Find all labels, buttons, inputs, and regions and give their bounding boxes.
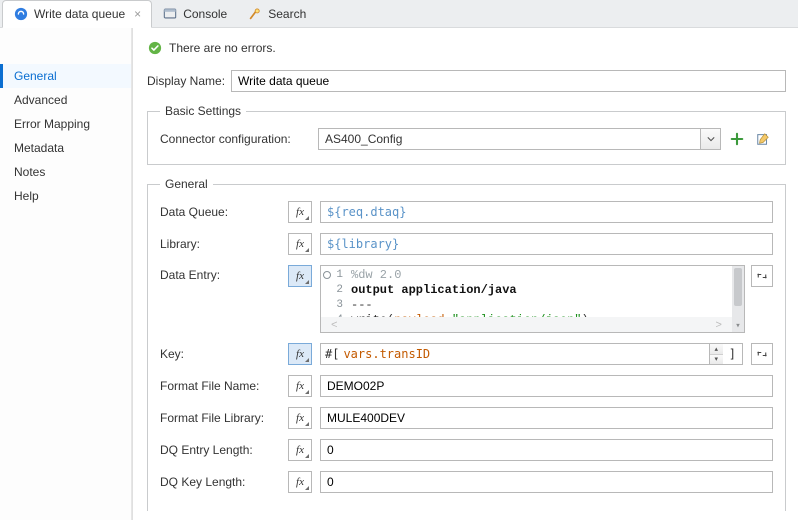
data-queue-label: Data Queue: bbox=[160, 205, 280, 219]
key-label: Key: bbox=[160, 347, 280, 361]
data-entry-editor[interactable]: 1%dw 2.0 2output application/java 3--- 4… bbox=[320, 265, 745, 333]
sidebar-item-notes[interactable]: Notes bbox=[0, 160, 131, 184]
display-name-label: Display Name: bbox=[147, 74, 225, 88]
status-row: There are no errors. bbox=[147, 36, 786, 66]
spin-up[interactable]: ▴ bbox=[710, 344, 723, 355]
format-file-library-label: Format File Library: bbox=[160, 411, 280, 425]
data-queue-input[interactable] bbox=[320, 201, 773, 223]
format-file-name-input[interactable] bbox=[320, 375, 773, 397]
tab-write-data-queue[interactable]: Write data queue × bbox=[2, 0, 152, 28]
sidebar-item-general[interactable]: General bbox=[0, 64, 131, 88]
close-icon[interactable]: × bbox=[134, 7, 141, 21]
key-input-wrap: #[ ▴▾ ] bbox=[320, 343, 743, 365]
general-legend: General bbox=[160, 177, 213, 191]
fx-button[interactable]: fx bbox=[288, 233, 312, 255]
dq-entry-length-input[interactable] bbox=[320, 439, 773, 461]
expression-suffix: ] bbox=[723, 347, 742, 361]
fx-button[interactable]: fx bbox=[288, 375, 312, 397]
chevron-down-icon bbox=[700, 129, 720, 149]
console-icon bbox=[162, 6, 178, 22]
sidebar-item-error-mapping[interactable]: Error Mapping bbox=[0, 112, 131, 136]
search-icon bbox=[247, 6, 263, 22]
mule-flow-icon bbox=[13, 6, 29, 22]
spinner[interactable]: ▴▾ bbox=[709, 344, 723, 364]
connector-config-value: AS400_Config bbox=[325, 132, 402, 146]
tab-console[interactable]: Console bbox=[152, 0, 237, 28]
tab-label: Search bbox=[268, 7, 306, 21]
basic-settings-legend: Basic Settings bbox=[160, 104, 246, 118]
fx-button[interactable]: fx bbox=[288, 265, 312, 287]
add-config-button[interactable] bbox=[727, 129, 747, 149]
format-file-name-label: Format File Name: bbox=[160, 379, 280, 393]
dq-key-length-label: DQ Key Length: bbox=[160, 475, 280, 489]
status-message: There are no errors. bbox=[169, 41, 276, 55]
dq-key-length-input[interactable] bbox=[320, 471, 773, 493]
success-icon bbox=[147, 40, 163, 56]
tab-label: Write data queue bbox=[34, 7, 125, 21]
edit-config-button[interactable] bbox=[753, 129, 773, 149]
scrollbar-vertical[interactable]: ▾ bbox=[732, 266, 744, 332]
expand-editor-button[interactable] bbox=[751, 265, 773, 287]
expand-editor-button[interactable] bbox=[751, 343, 773, 365]
sidebar-item-help[interactable]: Help bbox=[0, 184, 131, 208]
general-group: General Data Queue: fx Library: fx Data … bbox=[147, 177, 786, 511]
connector-config-select[interactable]: AS400_Config bbox=[318, 128, 721, 150]
display-name-input[interactable] bbox=[231, 70, 786, 92]
fx-button[interactable]: fx bbox=[288, 407, 312, 429]
tab-search[interactable]: Search bbox=[237, 0, 316, 28]
spin-down[interactable]: ▾ bbox=[710, 355, 723, 365]
fx-button[interactable]: fx bbox=[288, 439, 312, 461]
sidebar-item-advanced[interactable]: Advanced bbox=[0, 88, 131, 112]
sidebar-item-metadata[interactable]: Metadata bbox=[0, 136, 131, 160]
library-label: Library: bbox=[160, 237, 280, 251]
fx-button[interactable]: fx bbox=[288, 201, 312, 223]
display-name-row: Display Name: bbox=[147, 66, 786, 104]
basic-settings-group: Basic Settings Connector configuration: … bbox=[147, 104, 786, 165]
data-entry-label: Data Entry: bbox=[160, 265, 280, 282]
expression-prefix: #[ bbox=[321, 347, 343, 361]
connector-config-label: Connector configuration: bbox=[160, 132, 310, 146]
library-input[interactable] bbox=[320, 233, 773, 255]
sidebar: General Advanced Error Mapping Metadata … bbox=[0, 28, 132, 520]
format-file-library-input[interactable] bbox=[320, 407, 773, 429]
key-input[interactable] bbox=[343, 344, 708, 364]
tab-label: Console bbox=[183, 7, 227, 21]
fx-button[interactable]: fx bbox=[288, 471, 312, 493]
main-panel: There are no errors. Display Name: Basic… bbox=[132, 28, 798, 520]
tab-bar: Write data queue × Console Search bbox=[0, 0, 798, 28]
dq-entry-length-label: DQ Entry Length: bbox=[160, 443, 280, 457]
fx-button[interactable]: fx bbox=[288, 343, 312, 365]
